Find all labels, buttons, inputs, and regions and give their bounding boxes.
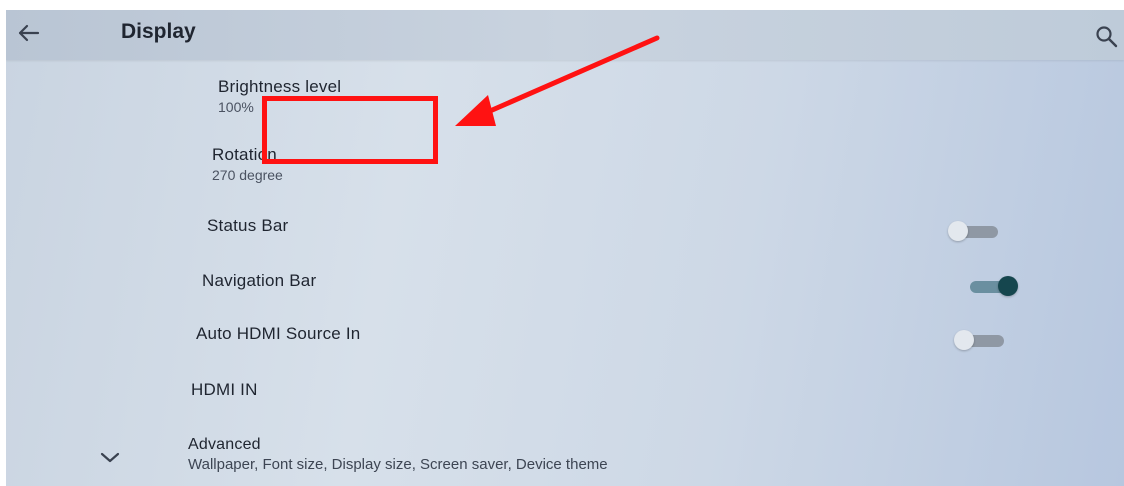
hdmi-in-item[interactable]: HDMI IN xyxy=(191,380,258,400)
auto-hdmi-source-item[interactable]: Auto HDMI Source In xyxy=(196,324,360,344)
display-settings-screen: Display Brightness level 100% Rotation 2… xyxy=(6,10,1124,486)
search-icon[interactable] xyxy=(1094,24,1120,50)
rotation-value: 270 degree xyxy=(212,167,283,183)
status-bar-label: Status Bar xyxy=(207,216,289,235)
hdmi-in-label: HDMI IN xyxy=(191,380,258,399)
status-bar-item[interactable]: Status Bar xyxy=(207,216,288,236)
app-bar: Display xyxy=(6,10,1124,60)
auto-hdmi-source-label: Auto HDMI Source In xyxy=(196,324,361,343)
page-title: Display xyxy=(121,20,196,43)
brightness-label: Brightness level xyxy=(218,77,342,96)
toggle-thumb xyxy=(954,330,974,350)
advanced-summary: Wallpaper, Font size, Display size, Scre… xyxy=(188,456,608,473)
status-bar-toggle[interactable] xyxy=(948,218,1004,244)
chevron-down-icon[interactable] xyxy=(96,448,124,468)
navigation-bar-toggle[interactable] xyxy=(964,273,1020,299)
navigation-bar-label: Navigation Bar xyxy=(202,271,317,290)
arrow-left-icon[interactable] xyxy=(14,18,44,48)
navigation-bar-item[interactable]: Navigation Bar xyxy=(202,271,316,291)
toggle-thumb xyxy=(948,221,968,241)
toggle-thumb xyxy=(998,276,1018,296)
auto-hdmi-source-toggle[interactable] xyxy=(954,327,1010,353)
advanced-label: Advanced xyxy=(188,436,261,453)
advanced-item[interactable]: Advanced Wallpaper, Font size, Display s… xyxy=(188,436,608,473)
annotation-highlight-box xyxy=(262,96,438,164)
